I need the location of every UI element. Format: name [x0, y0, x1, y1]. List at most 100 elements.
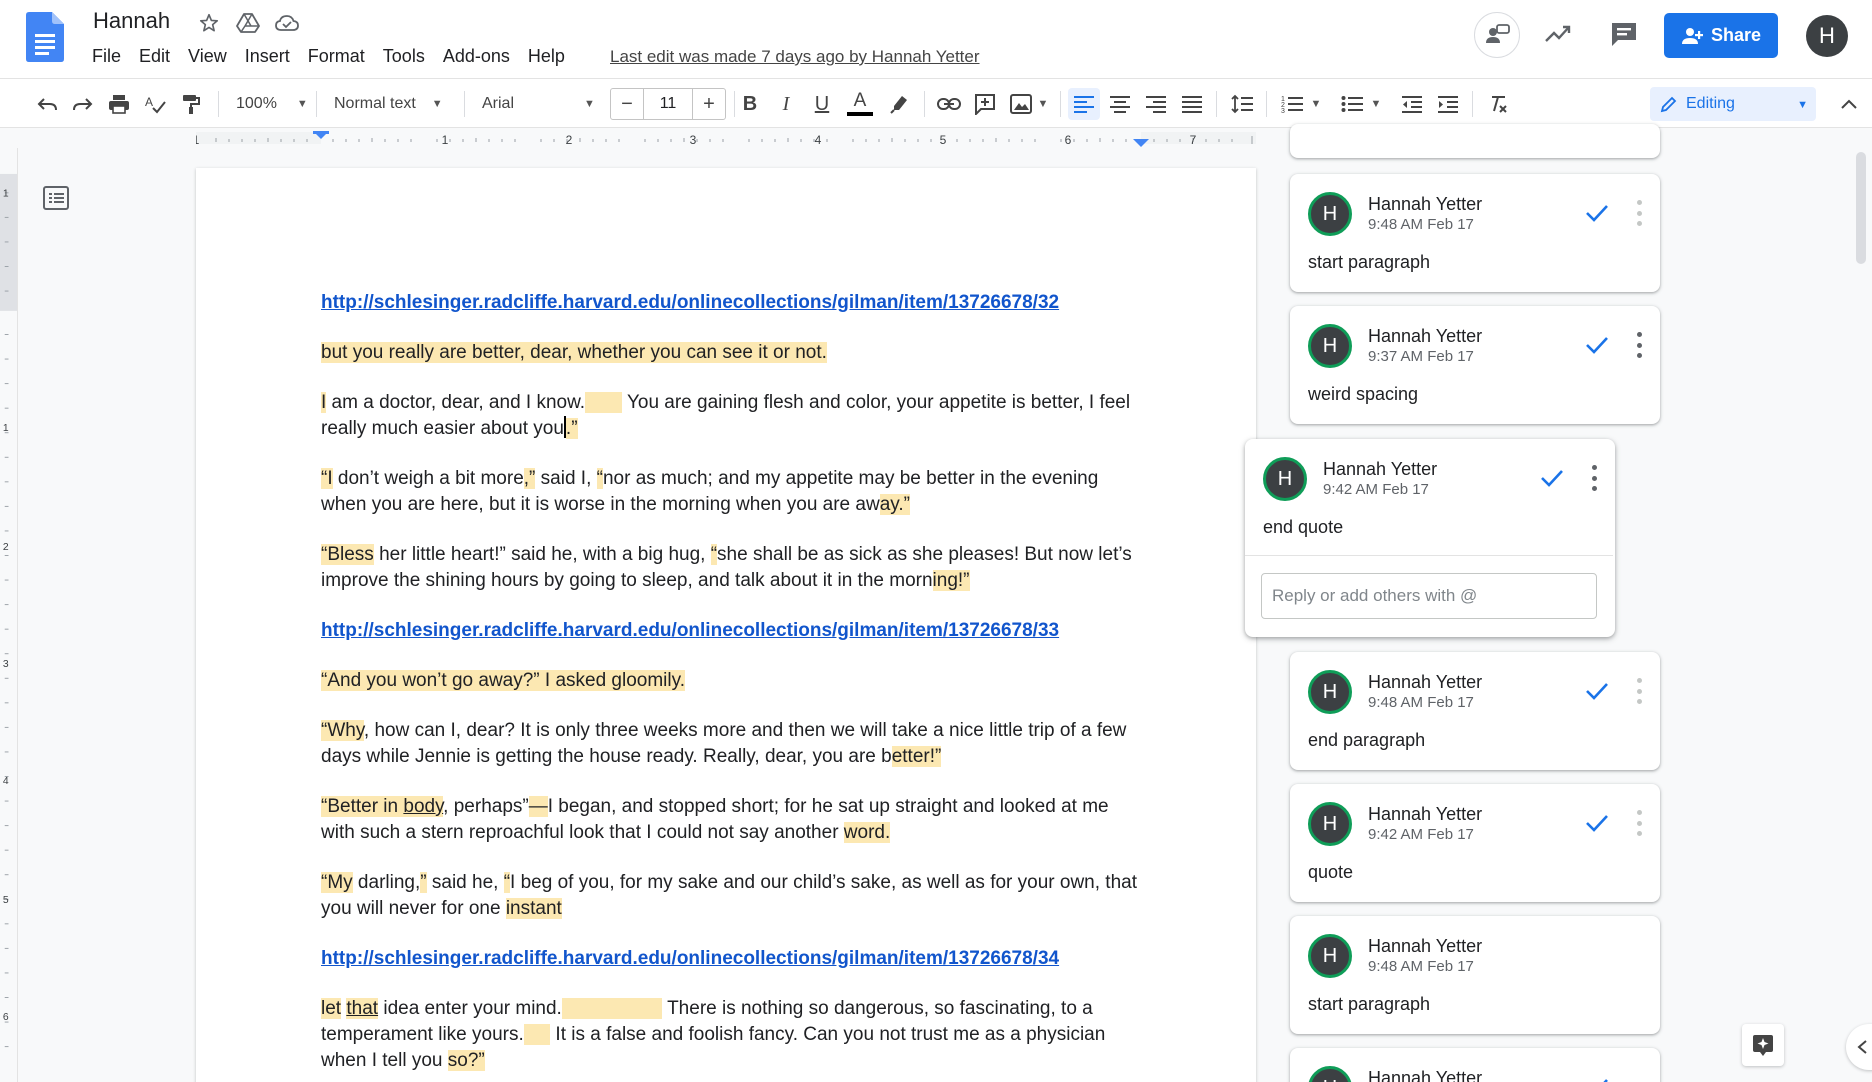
- doc-link-34[interactable]: http://schlesinger.radcliffe.harvard.edu…: [321, 948, 1059, 969]
- document-page[interactable]: http://schlesinger.radcliffe.harvard.edu…: [196, 168, 1256, 1082]
- decrease-font-size-button[interactable]: −: [611, 89, 643, 119]
- comment-history-icon[interactable]: [1608, 18, 1640, 50]
- docs-logo-icon[interactable]: [26, 12, 64, 62]
- resolve-check-icon[interactable]: [1584, 332, 1610, 358]
- font-family-select[interactable]: Arial ▼: [474, 88, 600, 120]
- highlight-color-icon[interactable]: [884, 88, 914, 120]
- resolve-check-icon[interactable]: [1584, 810, 1610, 836]
- print-icon[interactable]: [104, 88, 134, 120]
- doc-link-33[interactable]: http://schlesinger.radcliffe.harvard.edu…: [321, 620, 1059, 641]
- paragraph-style-select[interactable]: Normal text ▼: [326, 88, 456, 120]
- bold-icon[interactable]: B: [736, 88, 764, 120]
- comment-author: Hannah Yetter: [1368, 936, 1483, 956]
- vruler-mark: 1: [3, 423, 9, 434]
- line-spacing-icon[interactable]: [1226, 88, 1258, 120]
- doc-link-32[interactable]: http://schlesinger.radcliffe.harvard.edu…: [321, 292, 1059, 313]
- comment-card[interactable]: H Hannah Yetter 9:42 AM Feb 17 quote: [1290, 784, 1660, 902]
- menu-view[interactable]: View: [179, 46, 236, 67]
- bulleted-list-icon[interactable]: ▼: [1336, 88, 1386, 120]
- star-icon[interactable]: [196, 10, 222, 36]
- vertical-scrollbar[interactable]: [1856, 152, 1866, 264]
- increase-indent-icon[interactable]: [1432, 88, 1464, 120]
- underline-icon[interactable]: U: [808, 88, 836, 120]
- decrease-indent-icon[interactable]: [1396, 88, 1428, 120]
- paragraph: “And you won’t go away?” I asked gloomil…: [321, 668, 1141, 694]
- hide-menus-chevron-up-icon[interactable]: [1834, 88, 1864, 120]
- font-size-input[interactable]: 11: [643, 89, 693, 119]
- side-panel-toggle[interactable]: [1846, 1024, 1872, 1070]
- text-run: —: [528, 796, 548, 817]
- resolve-check-icon[interactable]: [1584, 200, 1610, 226]
- explore-button[interactable]: [1742, 1024, 1784, 1066]
- present-user-icon: [1486, 24, 1510, 43]
- vertical-ruler[interactable]: 1 1 2 3 4 5 6: [0, 148, 18, 1082]
- comment-card[interactable]: H Hannah Yetter 9:48 AM Feb 17 start par…: [1290, 916, 1660, 1034]
- align-left-icon[interactable]: [1068, 88, 1100, 120]
- comment-card[interactable]: H Hannah Yetter 9:48 AM Feb 17 end parag…: [1290, 652, 1660, 770]
- spellcheck-icon[interactable]: A: [140, 88, 170, 120]
- editing-mode-select[interactable]: Editing ▼: [1650, 87, 1816, 121]
- resolve-check-icon[interactable]: [1584, 1074, 1610, 1082]
- activity-trend-icon[interactable]: [1542, 18, 1574, 50]
- numbered-list-icon[interactable]: 1 2 3 ▼: [1276, 88, 1326, 120]
- align-right-icon[interactable]: [1140, 88, 1172, 120]
- meet-present-button[interactable]: [1474, 12, 1520, 58]
- move-to-drive-icon[interactable]: [235, 10, 261, 36]
- undo-icon[interactable]: [32, 88, 62, 120]
- more-options-icon[interactable]: [1634, 200, 1644, 226]
- horizontal-ruler[interactable]: 1 1 2 3 4 5 6 7: [196, 128, 1256, 148]
- cloud-saved-icon[interactable]: [274, 10, 300, 36]
- comment-text: end paragraph: [1308, 730, 1426, 750]
- more-options-icon[interactable]: [1634, 332, 1644, 358]
- add-person-icon: [1681, 27, 1703, 44]
- menu-tools[interactable]: Tools: [374, 46, 434, 67]
- account-avatar[interactable]: H: [1806, 15, 1848, 57]
- comment-card-partial[interactable]: [1290, 124, 1660, 158]
- resolve-check-icon[interactable]: [1539, 465, 1565, 491]
- menu-help[interactable]: Help: [519, 46, 574, 67]
- comment-card-active[interactable]: H Hannah Yetter 9:42 AM Feb 17 end quote: [1245, 439, 1615, 637]
- paragraph-text: but you really are better, dear, whether…: [321, 342, 827, 363]
- more-options-icon[interactable]: [1634, 678, 1644, 704]
- more-options-icon[interactable]: [1589, 465, 1599, 491]
- share-button[interactable]: Share: [1664, 13, 1778, 58]
- text-run: said he,: [426, 872, 504, 893]
- text-run: [585, 392, 623, 413]
- increase-font-size-button[interactable]: +: [693, 89, 725, 119]
- chevron-down-icon: ▼: [431, 98, 443, 110]
- justify-icon[interactable]: [1176, 88, 1208, 120]
- insert-image-icon[interactable]: ▼: [1006, 88, 1052, 120]
- menu-format[interactable]: Format: [299, 46, 374, 67]
- align-center-icon[interactable]: [1104, 88, 1136, 120]
- text-run: body: [403, 796, 444, 817]
- add-comment-icon[interactable]: [970, 88, 1000, 120]
- document-title[interactable]: Hannah: [93, 8, 170, 34]
- italic-icon[interactable]: I: [772, 88, 800, 120]
- comment-card-partial[interactable]: H Hannah Yetter: [1290, 1048, 1660, 1082]
- ruler-mark: 4: [815, 133, 822, 147]
- clear-formatting-icon[interactable]: [1482, 88, 1514, 120]
- more-options-icon[interactable]: [1634, 810, 1644, 836]
- reply-input[interactable]: [1261, 573, 1597, 619]
- text-run: “My: [321, 872, 353, 893]
- document-outline-icon[interactable]: [42, 184, 70, 212]
- menu-file[interactable]: File: [92, 46, 130, 67]
- text-run: “Bless: [321, 544, 374, 565]
- vruler-mark: 2: [3, 542, 9, 553]
- zoom-value: 100%: [236, 95, 277, 112]
- menu-edit[interactable]: Edit: [130, 46, 179, 67]
- menu-add-ons[interactable]: Add-ons: [434, 46, 519, 67]
- comment-card[interactable]: H Hannah Yetter 9:48 AM Feb 17 start par…: [1290, 174, 1660, 292]
- paint-format-icon[interactable]: [176, 88, 206, 120]
- resolve-check-icon[interactable]: [1584, 678, 1610, 704]
- menu-insert[interactable]: Insert: [236, 46, 299, 67]
- last-edit-link[interactable]: Last edit was made 7 days ago by Hannah …: [610, 47, 980, 67]
- avatar: H: [1308, 802, 1352, 846]
- insert-link-icon[interactable]: [934, 88, 964, 120]
- redo-icon[interactable]: [68, 88, 98, 120]
- zoom-select[interactable]: 100% ▼: [228, 88, 308, 120]
- explore-sparkle-icon: [1753, 1035, 1773, 1056]
- comment-card[interactable]: H Hannah Yetter 9:37 AM Feb 17 weird spa…: [1290, 306, 1660, 424]
- document-body[interactable]: http://schlesinger.radcliffe.harvard.edu…: [321, 290, 1141, 1082]
- text-color-icon[interactable]: A: [844, 88, 876, 120]
